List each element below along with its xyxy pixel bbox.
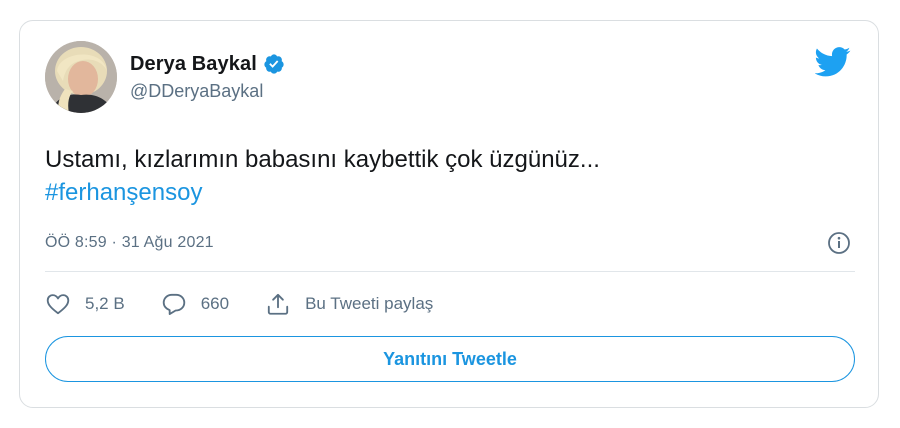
author-name[interactable]: Derya Baykal — [130, 53, 257, 76]
reply-count: 660 — [200, 294, 230, 313]
tweet-timestamp[interactable]: ÖÖ 8:59 · 31 Ağu 2021 — [45, 234, 214, 252]
like-button[interactable]: 5,2 B — [45, 291, 125, 317]
share-button[interactable]: Bu Tweeti paylaş — [265, 291, 433, 317]
tweet-body: Ustamı, kızlarımın babasını kaybettik ço… — [45, 146, 600, 173]
like-count: 5,2 B — [85, 294, 125, 313]
author-name-row: Derya Baykal — [130, 51, 285, 77]
avatar-photo — [45, 41, 117, 113]
heart-icon — [46, 294, 70, 315]
hashtag-link[interactable]: #ferhanşensoy — [45, 176, 600, 209]
speech-bubble-icon — [162, 293, 185, 315]
verified-badge-icon — [263, 53, 285, 75]
author-handle[interactable]: @DDeryaBaykal — [130, 81, 285, 102]
avatar[interactable] — [45, 41, 117, 113]
twitter-bird-icon[interactable] — [814, 47, 851, 77]
share-label: Bu Tweeti paylaş — [305, 294, 434, 313]
share-icon — [267, 293, 289, 315]
tweet-meta: ÖÖ 8:59 · 31 Ağu 2021 — [45, 230, 855, 256]
reply-tweet-button[interactable]: Yanıtını Tweetle — [45, 336, 855, 382]
reply-button[interactable]: 660 — [161, 291, 229, 317]
tweet-text: Ustamı, kızlarımın babasını kaybettik ço… — [45, 143, 600, 209]
tweet-actions: 5,2 B 660 Bu Tweeti paylaş — [45, 289, 469, 319]
divider — [45, 271, 855, 272]
tweet-card: Derya Baykal @DDeryaBaykal Ustamı, kızla… — [19, 20, 879, 408]
info-icon[interactable] — [827, 231, 851, 255]
author-block: Derya Baykal @DDeryaBaykal — [130, 51, 285, 102]
